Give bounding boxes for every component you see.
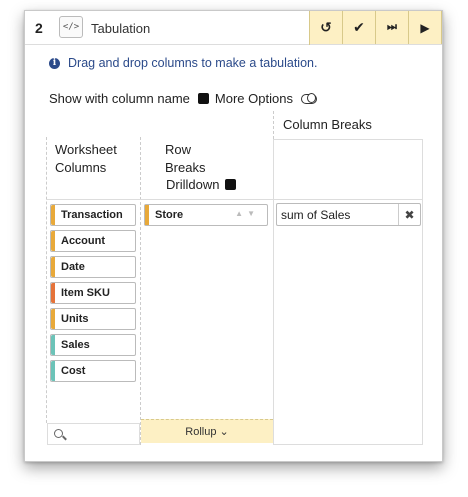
options-row: Show with column name More Options [49, 91, 317, 106]
row-breaks-header-line2: Breaks [165, 160, 206, 175]
column-break-chip-label: sum of Sales [281, 207, 351, 222]
column-type-bar [51, 309, 55, 329]
column-type-bar [51, 335, 55, 355]
row-break-chip-store[interactable]: Store ▲▼ [144, 204, 268, 226]
info-text: Drag and drop columns to make a tabulati… [68, 56, 318, 70]
step-number: 2 [35, 20, 43, 36]
undo-icon: ↺ [320, 19, 332, 35]
column-type-bar [51, 231, 55, 251]
panel-header: 2 </> Tabulation ↺ ✔ ⏭ ▶ [25, 11, 442, 45]
column-chip-units[interactable]: Units [50, 308, 136, 330]
column-chip-account[interactable]: Account [50, 230, 136, 252]
column-type-bar [51, 257, 55, 277]
undo-button[interactable]: ↺ [310, 11, 343, 44]
column-chip-item-sku[interactable]: Item SKU [50, 282, 136, 304]
row-breaks-header-line1: Row [165, 142, 192, 157]
column-breaks-drop-zone[interactable] [273, 199, 423, 445]
reorder-arrows-icon[interactable]: ▲▼ [235, 209, 259, 218]
worksheet-header-line1: Worksheet [55, 142, 117, 157]
step-toolbar: ↺ ✔ ⏭ ▶ [309, 11, 442, 45]
step-forward-icon: ⏭ [387, 21, 397, 33]
drilldown-option: Drilldown [166, 177, 237, 192]
worksheet-columns-separator [46, 199, 140, 200]
more-options-toggle-icon[interactable] [300, 93, 317, 104]
code-view-button[interactable]: </> [59, 16, 83, 38]
column-type-bar [51, 283, 55, 303]
drilldown-label: Drilldown [166, 177, 220, 192]
tabulation-panel: 2 </> Tabulation ↺ ✔ ⏭ ▶ i Drag and drop… [24, 10, 443, 462]
show-column-name-label: Show with column name [49, 91, 190, 106]
row-break-chip-label: Store [155, 209, 184, 221]
more-options-label: More Options [214, 91, 293, 106]
column-break-chip-sum-of-sales[interactable]: sum of Sales ✖ [276, 203, 421, 226]
column-breaks-divider-top [273, 111, 274, 139]
column-chip-label: Date [61, 261, 85, 273]
apply-button[interactable]: ✔ [343, 11, 376, 44]
column-search-input[interactable] [47, 423, 140, 445]
column-type-bar [51, 361, 55, 381]
row-breaks-header: Row Breaks [165, 141, 205, 177]
column-chip-cost[interactable]: Cost [50, 360, 136, 382]
column-type-bar [145, 205, 149, 225]
column-chip-label: Sales [61, 339, 90, 351]
check-icon: ✔ [353, 19, 365, 35]
worksheet-header-line2: Columns [55, 160, 107, 175]
column-type-bar [51, 205, 55, 225]
column-chip-label: Transaction [61, 209, 123, 221]
worksheet-column-divider-left [46, 137, 47, 423]
rollup-dropdown[interactable]: Rollup ⌄ [141, 419, 273, 443]
info-icon: i [49, 57, 60, 69]
column-chip-sales[interactable]: Sales [50, 334, 136, 356]
column-breaks-label: Column Breaks [283, 117, 372, 132]
step-forward-button[interactable]: ⏭ [376, 11, 409, 44]
column-chip-label: Item SKU [61, 287, 110, 299]
column-chip-date[interactable]: Date [50, 256, 136, 278]
column-chip-transaction[interactable]: Transaction [50, 204, 136, 226]
column-chip-label: Cost [61, 365, 86, 377]
column-chip-label: Account [61, 235, 105, 247]
column-breaks-header-zone[interactable] [273, 139, 423, 199]
drilldown-checkbox[interactable] [225, 179, 237, 190]
info-message: i Drag and drop columns to make a tabula… [49, 56, 317, 70]
step-title: Tabulation [91, 21, 151, 36]
worksheet-columns-header: Worksheet Columns [55, 141, 117, 177]
row-breaks-drop-zone[interactable] [140, 199, 273, 419]
search-icon [54, 429, 63, 438]
run-button[interactable]: ▶ [409, 11, 442, 44]
remove-icon[interactable]: ✖ [398, 204, 420, 225]
column-chip-label: Units [61, 313, 89, 325]
play-icon: ▶ [420, 20, 430, 35]
show-column-name-checkbox[interactable] [197, 93, 209, 104]
